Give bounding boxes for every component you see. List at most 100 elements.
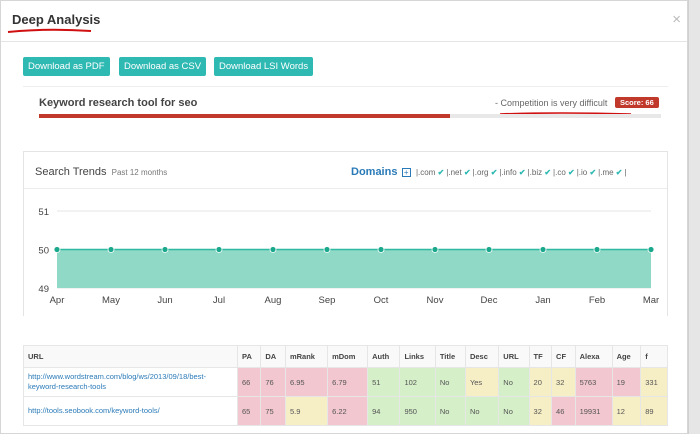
metric-cell: 5763	[574, 367, 613, 397]
difficulty-bar-fill	[39, 114, 450, 118]
x-tick-label: Nov	[427, 295, 444, 306]
column-header[interactable]: CF	[551, 345, 576, 368]
download-pdf-button[interactable]: Download as PDF	[23, 57, 110, 76]
x-tick-label: Oct	[374, 295, 389, 306]
metric-cell: 89	[640, 396, 668, 426]
tld-list: |.com ✔ |.net ✔ |.org ✔ |.info ✔ |.biz ✔ |.co…	[416, 168, 627, 177]
metric-cell: No	[464, 396, 500, 426]
metric-cell: 331	[640, 367, 668, 397]
trends-subtitle: Past 12 months	[111, 168, 168, 177]
trends-title-text: Search Trends	[35, 166, 107, 178]
metric-cell: 20	[528, 367, 553, 397]
title-underline-annotation	[7, 28, 92, 33]
check-icon: ✔	[463, 168, 471, 177]
metric-cell: 32	[528, 396, 553, 426]
y-tick-label: 51	[38, 207, 49, 218]
column-header[interactable]: f	[640, 345, 668, 368]
y-tick-label: 50	[38, 246, 49, 257]
download-lsi-button[interactable]: Download LSI Words	[214, 57, 314, 76]
column-header[interactable]: mDom	[327, 345, 369, 368]
x-tick-label: May	[102, 295, 120, 306]
domains-label[interactable]: Domains	[351, 166, 397, 178]
result-url-link[interactable]: http://tools.seobook.com/keyword-tools/	[23, 396, 238, 426]
x-tick-label: Aug	[265, 295, 282, 306]
score-badge: Score: 66	[615, 97, 659, 108]
metric-cell: 51	[367, 367, 401, 397]
data-point	[107, 246, 115, 253]
trends-header: Search Trends Past 12 months Domains + |…	[24, 152, 667, 189]
metric-cell: 65	[236, 396, 262, 426]
tld-net[interactable]: .net ✔	[448, 168, 470, 177]
column-header[interactable]: Age	[611, 345, 642, 368]
data-point	[161, 246, 169, 253]
data-point	[377, 246, 385, 253]
metric-cell: No	[498, 396, 530, 426]
metric-cell: 950	[399, 396, 436, 426]
metric-cell: Yes	[464, 367, 500, 397]
column-header[interactable]: Alexa	[574, 345, 613, 368]
tld-me[interactable]: .me ✔	[600, 168, 622, 177]
check-icon: ✔	[589, 168, 597, 177]
metric-cell: 5.9	[284, 396, 329, 426]
metric-cell: 12	[611, 396, 642, 426]
metric-cell: 75	[260, 396, 286, 426]
y-tick-label: 49	[38, 284, 49, 295]
data-point	[431, 246, 439, 253]
column-header[interactable]: URL	[498, 345, 530, 368]
data-point	[539, 246, 547, 253]
tld-co[interactable]: .co ✔	[555, 168, 575, 177]
x-tick-label: Jun	[157, 295, 172, 306]
tld-separator: |	[624, 168, 627, 177]
metric-cell: 6.22	[327, 396, 369, 426]
data-point	[485, 246, 493, 253]
column-header[interactable]: Title	[434, 345, 466, 368]
data-point	[215, 246, 223, 253]
x-tick-label: Apr	[50, 295, 65, 306]
metric-cell: 102	[399, 367, 436, 397]
table-header-row: URL PA DA mRank mDom Auth Links Title Desc URL TF C…	[23, 345, 668, 368]
trends-title: Search Trends Past 12 months	[35, 166, 167, 178]
modal-title: Deep Analysis	[12, 12, 101, 27]
tld-com[interactable]: .com ✔	[418, 168, 444, 177]
keyword-title: Keyword research tool for seo	[39, 97, 198, 109]
column-header[interactable]: TF	[528, 345, 553, 368]
series-area	[57, 249, 651, 288]
plus-icon[interactable]: +	[401, 168, 411, 177]
metric-cell: No	[434, 396, 466, 426]
table-row: http://www.wordstream.com/blog/ws/2013/0…	[23, 367, 668, 397]
tld-io[interactable]: .io ✔	[579, 168, 596, 177]
table-body: http://www.wordstream.com/blog/ws/2013/0…	[23, 367, 668, 426]
close-icon[interactable]: ×	[672, 11, 681, 28]
metric-cell: 19	[611, 367, 642, 397]
result-url-link[interactable]: http://www.wordstream.com/blog/ws/2013/0…	[23, 367, 238, 397]
check-icon: ✔	[518, 168, 526, 177]
tld-biz[interactable]: .biz ✔	[530, 168, 551, 177]
tld-info[interactable]: .info ✔	[502, 168, 526, 177]
data-point	[593, 246, 601, 253]
metric-cell: No	[498, 367, 530, 397]
difficulty-bar	[39, 114, 661, 118]
table-row: http://tools.seobook.com/keyword-tools/6…	[23, 396, 668, 426]
column-header[interactable]: Desc	[464, 345, 500, 368]
metric-cell: No	[434, 367, 466, 397]
x-tick-label: Jan	[535, 295, 550, 306]
column-header[interactable]: Auth	[367, 345, 401, 368]
check-icon: ✔	[437, 168, 445, 177]
download-csv-button[interactable]: Download as CSV	[119, 57, 207, 76]
x-tick-label: Mar	[643, 295, 659, 306]
column-header[interactable]: Links	[399, 345, 436, 368]
column-header[interactable]: PA	[236, 345, 262, 368]
scrollbar[interactable]	[688, 0, 700, 434]
metric-cell: 76	[260, 367, 286, 397]
data-point	[53, 246, 61, 253]
data-point	[323, 246, 331, 253]
metric-cell: 94	[367, 396, 401, 426]
check-icon: ✔	[568, 168, 575, 177]
keyword-panel: Keyword research tool for seo - Competit…	[23, 86, 668, 130]
tld-org[interactable]: .org ✔	[475, 168, 498, 177]
column-header[interactable]: URL	[23, 345, 238, 368]
column-header[interactable]: DA	[260, 345, 286, 368]
column-header[interactable]: mRank	[284, 345, 329, 368]
competition-text: - Competition is very difficult	[495, 98, 608, 108]
x-tick-label: Dec	[481, 295, 498, 306]
